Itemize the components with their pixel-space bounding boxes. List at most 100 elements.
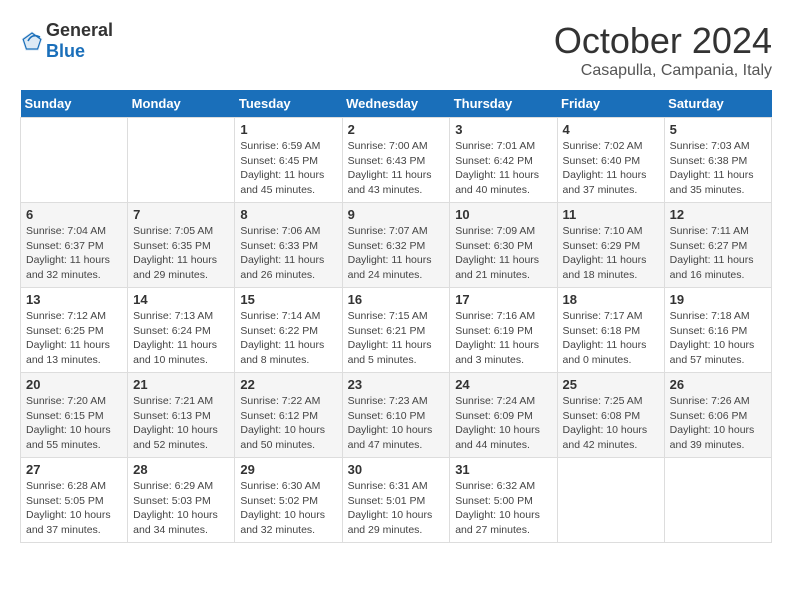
calendar-cell: 22 Sunrise: 7:22 AM Sunset: 6:12 PM Dayli… <box>235 373 342 458</box>
day-info: Sunrise: 7:22 AM Sunset: 6:12 PM Dayligh… <box>240 394 336 453</box>
calendar-cell: 19 Sunrise: 7:18 AM Sunset: 6:16 PM Dayli… <box>664 288 771 373</box>
day-info: Sunrise: 6:28 AM Sunset: 5:05 PM Dayligh… <box>26 479 122 538</box>
day-info: Sunrise: 7:11 AM Sunset: 6:27 PM Dayligh… <box>670 224 766 283</box>
logo: General Blue <box>20 20 113 62</box>
day-info: Sunrise: 7:03 AM Sunset: 6:38 PM Dayligh… <box>670 139 766 198</box>
day-number: 8 <box>240 207 336 222</box>
calendar-cell <box>664 458 771 543</box>
calendar-cell: 16 Sunrise: 7:15 AM Sunset: 6:21 PM Dayli… <box>342 288 450 373</box>
day-number: 31 <box>455 462 551 477</box>
calendar-cell: 24Sunrise: 7:24 AM Sunset: 6:09 PM Dayli… <box>450 373 557 458</box>
calendar-week-row: 6Sunrise: 7:04 AM Sunset: 6:37 PM Daylig… <box>21 203 772 288</box>
day-info: Sunrise: 7:15 AM Sunset: 6:21 PM Dayligh… <box>348 309 445 368</box>
calendar-cell: 28Sunrise: 6:29 AM Sunset: 5:03 PM Dayli… <box>128 458 235 543</box>
calendar-cell: 14 Sunrise: 7:13 AM Sunset: 6:24 PM Dayli… <box>128 288 235 373</box>
day-info: Sunrise: 7:00 AM Sunset: 6:43 PM Dayligh… <box>348 139 445 198</box>
day-number: 18 <box>563 292 659 307</box>
day-info: Sunrise: 6:30 AM Sunset: 5:02 PM Dayligh… <box>240 479 336 538</box>
calendar-cell <box>128 118 235 203</box>
day-info: Sunrise: 7:24 AM Sunset: 6:09 PM Dayligh… <box>455 394 551 453</box>
calendar-table: SundayMondayTuesdayWednesdayThursdayFrid… <box>20 90 772 543</box>
calendar-week-row: 27 Sunrise: 6:28 AM Sunset: 5:05 PM Dayli… <box>21 458 772 543</box>
calendar-cell: 7 Sunrise: 7:05 AM Sunset: 6:35 PM Daylig… <box>128 203 235 288</box>
day-info: Sunrise: 6:32 AM Sunset: 5:00 PM Dayligh… <box>455 479 551 538</box>
day-number: 13 <box>26 292 122 307</box>
day-number: 29 <box>240 462 336 477</box>
calendar-cell: 18 Sunrise: 7:17 AM Sunset: 6:18 PM Dayli… <box>557 288 664 373</box>
day-info: Sunrise: 7:16 AM Sunset: 6:19 PM Dayligh… <box>455 309 551 368</box>
day-number: 15 <box>240 292 336 307</box>
day-info: Sunrise: 7:06 AM Sunset: 6:33 PM Dayligh… <box>240 224 336 283</box>
day-number: 22 <box>240 377 336 392</box>
day-number: 4 <box>563 122 659 137</box>
calendar-cell: 26 Sunrise: 7:26 AM Sunset: 6:06 PM Dayli… <box>664 373 771 458</box>
calendar-cell: 31 Sunrise: 6:32 AM Sunset: 5:00 PM Dayli… <box>450 458 557 543</box>
calendar-cell: 13 Sunrise: 7:12 AM Sunset: 6:25 PM Dayli… <box>21 288 128 373</box>
day-number: 19 <box>670 292 766 307</box>
calendar-cell: 3 Sunrise: 7:01 AM Sunset: 6:42 PM Daylig… <box>450 118 557 203</box>
calendar-cell: 30 Sunrise: 6:31 AM Sunset: 5:01 PM Dayli… <box>342 458 450 543</box>
day-info: Sunrise: 7:05 AM Sunset: 6:35 PM Dayligh… <box>133 224 229 283</box>
day-number: 3 <box>455 122 551 137</box>
day-info: Sunrise: 7:04 AM Sunset: 6:37 PM Dayligh… <box>26 224 122 283</box>
day-number: 9 <box>348 207 445 222</box>
calendar-week-row: 20Sunrise: 7:20 AM Sunset: 6:15 PM Dayli… <box>21 373 772 458</box>
day-number: 7 <box>133 207 229 222</box>
title-area: October 2024 Casapulla, Campania, Italy <box>554 20 772 80</box>
day-number: 21 <box>133 377 229 392</box>
day-number: 12 <box>670 207 766 222</box>
day-number: 25 <box>563 377 659 392</box>
day-number: 10 <box>455 207 551 222</box>
day-info: Sunrise: 7:09 AM Sunset: 6:30 PM Dayligh… <box>455 224 551 283</box>
calendar-cell: 8 Sunrise: 7:06 AM Sunset: 6:33 PM Daylig… <box>235 203 342 288</box>
calendar-cell: 27 Sunrise: 6:28 AM Sunset: 5:05 PM Dayli… <box>21 458 128 543</box>
day-info: Sunrise: 7:18 AM Sunset: 6:16 PM Dayligh… <box>670 309 766 368</box>
calendar-weekday-monday: Monday <box>128 90 235 118</box>
calendar-week-row: 13 Sunrise: 7:12 AM Sunset: 6:25 PM Dayli… <box>21 288 772 373</box>
day-info: Sunrise: 7:10 AM Sunset: 6:29 PM Dayligh… <box>563 224 659 283</box>
calendar-weekday-saturday: Saturday <box>664 90 771 118</box>
calendar-weekday-tuesday: Tuesday <box>235 90 342 118</box>
calendar-weekday-friday: Friday <box>557 90 664 118</box>
day-number: 28 <box>133 462 229 477</box>
calendar-cell: 6Sunrise: 7:04 AM Sunset: 6:37 PM Daylig… <box>21 203 128 288</box>
day-number: 26 <box>670 377 766 392</box>
calendar-cell: 12 Sunrise: 7:11 AM Sunset: 6:27 PM Dayli… <box>664 203 771 288</box>
day-info: Sunrise: 7:13 AM Sunset: 6:24 PM Dayligh… <box>133 309 229 368</box>
calendar-cell: 5Sunrise: 7:03 AM Sunset: 6:38 PM Daylig… <box>664 118 771 203</box>
logo-general: General <box>46 20 113 40</box>
day-info: Sunrise: 7:26 AM Sunset: 6:06 PM Dayligh… <box>670 394 766 453</box>
header: General Blue October 2024 Casapulla, Cam… <box>20 20 772 80</box>
day-info: Sunrise: 7:07 AM Sunset: 6:32 PM Dayligh… <box>348 224 445 283</box>
calendar-cell: 11 Sunrise: 7:10 AM Sunset: 6:29 PM Dayli… <box>557 203 664 288</box>
logo-blue: Blue <box>46 41 85 61</box>
day-number: 14 <box>133 292 229 307</box>
day-info: Sunrise: 6:31 AM Sunset: 5:01 PM Dayligh… <box>348 479 445 538</box>
calendar-cell: 15Sunrise: 7:14 AM Sunset: 6:22 PM Dayli… <box>235 288 342 373</box>
day-number: 30 <box>348 462 445 477</box>
calendar-cell: 1 Sunrise: 6:59 AM Sunset: 6:45 PM Daylig… <box>235 118 342 203</box>
calendar-weekday-thursday: Thursday <box>450 90 557 118</box>
day-info: Sunrise: 7:21 AM Sunset: 6:13 PM Dayligh… <box>133 394 229 453</box>
day-number: 2 <box>348 122 445 137</box>
calendar-cell: 10 Sunrise: 7:09 AM Sunset: 6:30 PM Dayli… <box>450 203 557 288</box>
day-number: 16 <box>348 292 445 307</box>
day-info: Sunrise: 7:17 AM Sunset: 6:18 PM Dayligh… <box>563 309 659 368</box>
day-number: 11 <box>563 207 659 222</box>
day-number: 20 <box>26 377 122 392</box>
day-number: 27 <box>26 462 122 477</box>
day-number: 23 <box>348 377 445 392</box>
day-info: Sunrise: 7:12 AM Sunset: 6:25 PM Dayligh… <box>26 309 122 368</box>
calendar-cell: 2 Sunrise: 7:00 AM Sunset: 6:43 PM Daylig… <box>342 118 450 203</box>
day-info: Sunrise: 7:01 AM Sunset: 6:42 PM Dayligh… <box>455 139 551 198</box>
day-info: Sunrise: 6:59 AM Sunset: 6:45 PM Dayligh… <box>240 139 336 198</box>
calendar-cell: 4Sunrise: 7:02 AM Sunset: 6:40 PM Daylig… <box>557 118 664 203</box>
day-info: Sunrise: 7:25 AM Sunset: 6:08 PM Dayligh… <box>563 394 659 453</box>
calendar-cell: 29 Sunrise: 6:30 AM Sunset: 5:02 PM Dayli… <box>235 458 342 543</box>
calendar-cell: 21 Sunrise: 7:21 AM Sunset: 6:13 PM Dayli… <box>128 373 235 458</box>
calendar-cell: 9 Sunrise: 7:07 AM Sunset: 6:32 PM Daylig… <box>342 203 450 288</box>
calendar-week-row: 1 Sunrise: 6:59 AM Sunset: 6:45 PM Daylig… <box>21 118 772 203</box>
calendar-cell <box>557 458 664 543</box>
day-number: 1 <box>240 122 336 137</box>
calendar-weekday-wednesday: Wednesday <box>342 90 450 118</box>
